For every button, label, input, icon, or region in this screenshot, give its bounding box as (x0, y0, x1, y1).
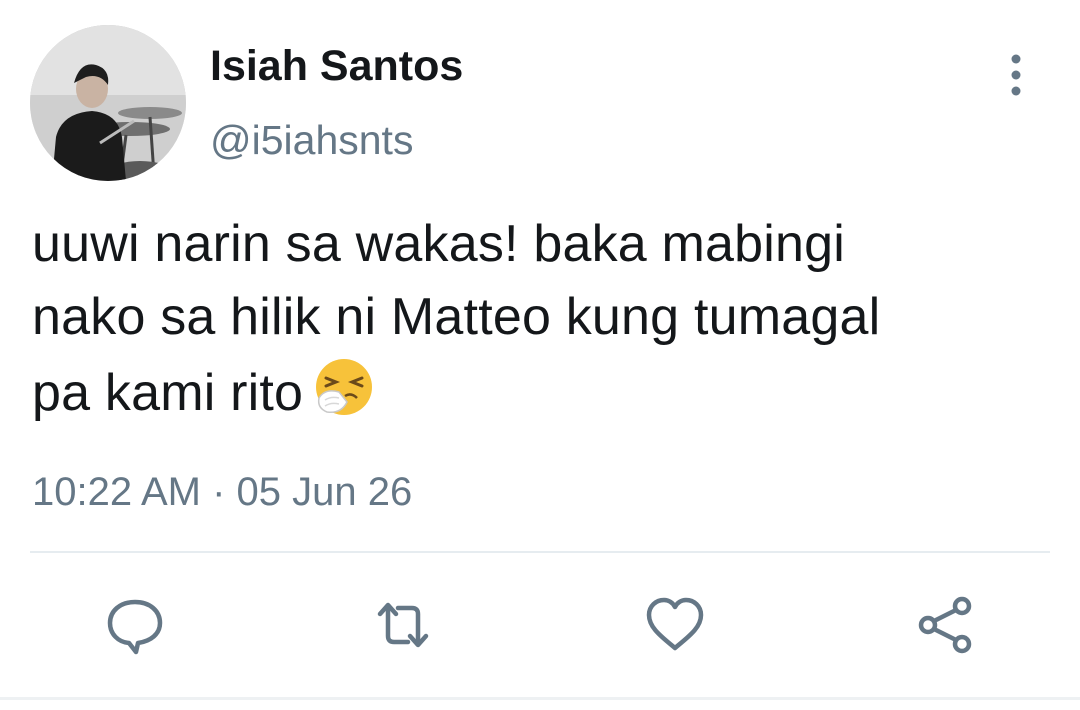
more-options-button[interactable] (996, 52, 1036, 98)
handle[interactable]: @i5iahsnts (210, 114, 413, 166)
tweet-text-line: uuwi narin sa wakas! baka mabingi (32, 215, 846, 273)
tweet-timestamp[interactable]: 10:22 AM · 05 Jun 26 (32, 466, 412, 518)
like-button[interactable] (640, 590, 710, 660)
vertical-dots-icon (1011, 54, 1021, 96)
action-bar (0, 590, 1080, 660)
divider (30, 551, 1050, 553)
profile-photo-icon (30, 25, 186, 181)
bottom-divider (0, 697, 1080, 700)
tweet-card: Isiah Santos @i5iahsnts uuwi narin sa wa… (0, 0, 1080, 710)
like-icon (646, 597, 704, 651)
avatar[interactable] (30, 25, 186, 181)
share-icon (918, 596, 972, 654)
tweet-text-line: nako sa hilik ni Matteo kung tumagal (32, 288, 881, 346)
reply-icon (107, 599, 163, 655)
retweet-icon (377, 602, 429, 648)
retweet-button[interactable] (368, 590, 438, 660)
sneezing-face-emoji-icon (311, 354, 377, 420)
display-name[interactable]: Isiah Santos (210, 40, 463, 92)
tweet-text-line-last: pa kami rito (32, 354, 1052, 430)
tweet-text: uuwi narin sa wakas! baka mabingi nako s… (32, 208, 1052, 430)
reply-button[interactable] (100, 590, 170, 660)
share-button[interactable] (910, 590, 980, 660)
